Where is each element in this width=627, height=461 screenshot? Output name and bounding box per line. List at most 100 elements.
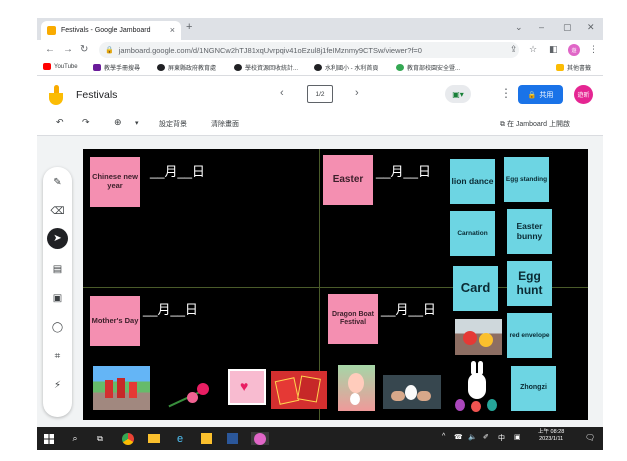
profile-icon[interactable]: 遊 bbox=[568, 44, 580, 56]
chrome-active-icon[interactable] bbox=[251, 432, 269, 445]
minimize-button[interactable]: – bbox=[539, 22, 544, 32]
jam-board[interactable]: Chinese new year __月__日 Easter __月__日 Mo… bbox=[83, 149, 588, 420]
clock-time: 上午 08:28 bbox=[538, 429, 565, 435]
bookmark-school-home[interactable]: 水利國小 - 水利首頁 bbox=[314, 63, 378, 72]
share-page-icon[interactable]: ⇪ bbox=[510, 44, 518, 55]
lion-dance-image[interactable] bbox=[455, 319, 502, 355]
sticky-note-carnation[interactable]: Carnation bbox=[450, 211, 495, 256]
bookmark-teaching[interactable]: 教學手冊搜尋 bbox=[93, 63, 140, 72]
share-button[interactable]: 🔒 共用 bbox=[518, 85, 563, 104]
sticky-note-dragon-boat[interactable]: Dragon Boat Festival bbox=[328, 294, 378, 344]
jamboard-favicon-icon bbox=[47, 26, 56, 35]
address-row: ← → ↻ 🔒 jamboard.google.com/d/1NGNCw2hTJ… bbox=[37, 40, 603, 60]
zoom-dropdown-icon[interactable]: ▾ bbox=[135, 119, 139, 127]
image-tool-icon[interactable]: ▣ bbox=[50, 291, 65, 306]
account-avatar[interactable]: 遊昕 bbox=[574, 85, 593, 104]
bookmark-education-dept[interactable]: 屏東縣政府教育處 bbox=[157, 63, 216, 72]
family-photo-image[interactable] bbox=[93, 366, 150, 410]
jamboard-logo-icon[interactable] bbox=[49, 85, 63, 105]
pen-tool-icon[interactable]: ✎ bbox=[50, 175, 65, 190]
sticky-note-egg-hunt[interactable]: Egg hunt bbox=[507, 261, 552, 306]
bookmark-campus-safety[interactable]: 教育部校園安全暨... bbox=[396, 63, 460, 72]
meet-present-button[interactable]: ▣▾ bbox=[445, 85, 471, 103]
sticky-note-red-envelope[interactable]: red envelope bbox=[507, 313, 552, 358]
word-icon[interactable] bbox=[225, 432, 239, 445]
undo-icon[interactable]: ↶ bbox=[56, 117, 64, 128]
folder-icon bbox=[556, 64, 564, 71]
pen-tray-icon[interactable]: ✐ bbox=[483, 433, 489, 441]
bookmark-star-icon[interactable]: ☆ bbox=[529, 44, 537, 55]
set-background-button[interactable]: 設定背景 bbox=[159, 119, 187, 129]
tab-search-icon[interactable]: ⌄ bbox=[515, 22, 523, 33]
back-icon[interactable]: ← bbox=[45, 44, 55, 55]
sticky-note-mothers-day[interactable]: Mother's Day bbox=[90, 296, 140, 346]
edge-browser-icon[interactable]: e bbox=[173, 432, 187, 445]
carnation-flowers-image[interactable] bbox=[163, 377, 219, 411]
more-options-icon[interactable]: ⋮ bbox=[500, 86, 512, 100]
sticky-note-zhongzi[interactable]: Zhongzi bbox=[511, 366, 556, 411]
bookmark-icon bbox=[93, 64, 101, 71]
chrome-taskbar-icon[interactable] bbox=[121, 432, 135, 445]
greeting-card-image[interactable]: ♥ bbox=[228, 369, 266, 405]
task-view-icon[interactable]: ⧉ bbox=[94, 432, 106, 445]
sticky-note-easter[interactable]: Easter bbox=[323, 155, 373, 205]
egg-standing-photo-image[interactable] bbox=[338, 365, 375, 411]
red-envelopes-image[interactable] bbox=[271, 371, 327, 409]
bookmark-other[interactable]: 其他書籤 bbox=[556, 63, 591, 72]
meet-icon: ▣▾ bbox=[452, 89, 464, 99]
bookmark-youtube[interactable]: YouTube bbox=[43, 63, 78, 70]
side-panel-icon[interactable]: ◧ bbox=[549, 44, 558, 55]
jam-title[interactable]: Festivals bbox=[76, 89, 117, 101]
open-in-jamboard-button[interactable]: ⧉ 在 Jamboard 上開啟 bbox=[500, 119, 570, 129]
input-language-indicator[interactable]: 中 bbox=[498, 433, 505, 443]
address-bar[interactable]: 🔒 jamboard.google.com/d/1NGNCw2hTJ81xqUv… bbox=[99, 42, 519, 58]
open-external-icon: ⧉ bbox=[500, 121, 507, 128]
new-tab-button[interactable]: + bbox=[186, 21, 192, 33]
next-frame-button[interactable]: › bbox=[355, 87, 359, 99]
file-explorer-icon[interactable] bbox=[147, 432, 161, 445]
system-clock[interactable]: 上午 08:28 2023/1/11 bbox=[538, 429, 564, 443]
restore-button[interactable]: ▢ bbox=[563, 22, 572, 33]
bookmark-recycling[interactable]: 學校資源回收統計... bbox=[234, 63, 298, 72]
youtube-icon bbox=[43, 63, 51, 70]
notification-icon[interactable]: 🗨 bbox=[585, 433, 595, 442]
eraser-tool-icon[interactable]: ⌫ bbox=[50, 204, 65, 219]
tab-title: Festivals - Google Jamboard bbox=[61, 27, 151, 34]
frame-counter: 1/2 bbox=[315, 90, 325, 98]
browser-tab[interactable]: Festivals - Google Jamboard × bbox=[41, 21, 181, 40]
reload-icon[interactable]: ↻ bbox=[80, 44, 88, 55]
forward-icon[interactable]: → bbox=[63, 44, 73, 55]
sticky-note-tool-icon[interactable]: ▤ bbox=[50, 262, 65, 277]
redo-icon[interactable]: ↷ bbox=[82, 117, 90, 128]
search-icon[interactable]: ⌕ bbox=[69, 432, 81, 445]
close-window-button[interactable]: ✕ bbox=[587, 22, 595, 33]
ime-icon[interactable]: ▣ bbox=[514, 433, 521, 441]
easter-bunny-image[interactable] bbox=[453, 361, 501, 413]
shape-tool-icon[interactable]: ◯ bbox=[50, 320, 65, 335]
bookmarks-bar: YouTube 教學手冊搜尋 屏東縣政府教育處 學校資源回收統計... 水利國小… bbox=[37, 60, 603, 76]
sticky-note-egg-standing[interactable]: Egg standing bbox=[504, 157, 549, 202]
zoom-icon[interactable]: ⊕ bbox=[114, 117, 122, 128]
date-blank-dragon-boat: __月__日 bbox=[381, 302, 436, 317]
sticky-note-lion-dance[interactable]: lion dance bbox=[450, 159, 495, 204]
prev-frame-button[interactable]: ‹ bbox=[280, 87, 284, 99]
windows-taskbar: ⌕ ⧉ e ^ ☎ 🔈 ✐ 中 ▣ 上午 08:28 2023/1/11 🗨 bbox=[37, 427, 603, 450]
select-tool-icon[interactable]: ➤ bbox=[47, 228, 68, 249]
windows-start-icon[interactable] bbox=[43, 432, 55, 445]
network-icon[interactable]: ☎ bbox=[454, 433, 463, 441]
tray-arrow-icon[interactable]: ^ bbox=[442, 433, 445, 440]
jamboard-header: Festivals ‹ 1/2 › ▣▾ ⋮ 🔒 共用 遊昕 bbox=[37, 76, 603, 114]
hand-holding-egg-image[interactable] bbox=[383, 375, 441, 409]
volume-icon[interactable]: 🔈 bbox=[468, 433, 477, 441]
clear-frame-button[interactable]: 清除畫面 bbox=[211, 119, 239, 129]
chrome-menu-icon[interactable]: ⋮ bbox=[589, 44, 598, 55]
sticky-note-card[interactable]: Card bbox=[453, 266, 498, 311]
laser-tool-icon[interactable]: ⚡ bbox=[50, 378, 65, 393]
sticky-note-easter-bunny[interactable]: Easter bunny bbox=[507, 209, 552, 254]
text-box-tool-icon[interactable]: ⌗ bbox=[50, 349, 65, 364]
tab-close-icon[interactable]: × bbox=[170, 25, 175, 35]
sticky-app-icon[interactable] bbox=[199, 432, 213, 445]
date-blank-mothers-day: __月__日 bbox=[143, 302, 198, 317]
sticky-note-chinese-new-year[interactable]: Chinese new year bbox=[90, 157, 140, 207]
frame-bar-button[interactable]: 1/2 bbox=[307, 85, 333, 103]
